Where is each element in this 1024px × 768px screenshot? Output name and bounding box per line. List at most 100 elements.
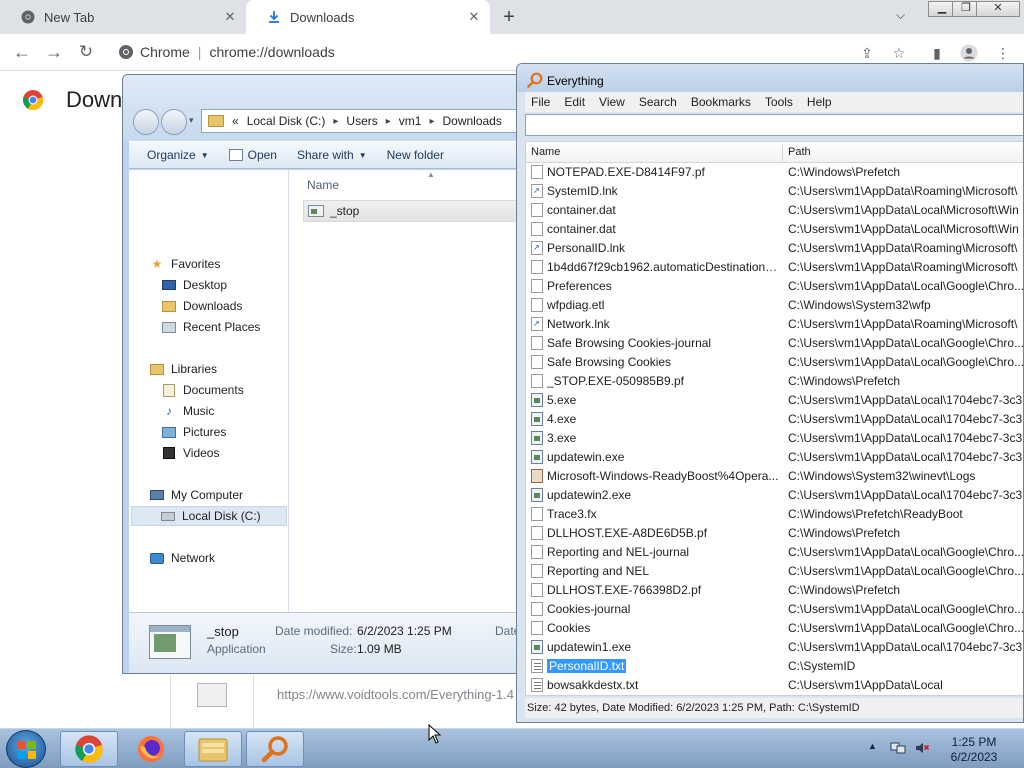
tab-new-tab[interactable]: New Tab ✕ xyxy=(0,0,246,34)
result-path: C:\Windows\Prefetch xyxy=(788,165,901,179)
breadcrumb-local-disk[interactable]: Local Disk (C:) xyxy=(247,114,326,128)
nav-network[interactable]: Network xyxy=(149,548,215,568)
tab-downloads[interactable]: Downloads ✕ xyxy=(246,0,490,34)
result-name-text: wfpdiag.etl xyxy=(547,298,605,312)
taskbar-firefox[interactable] xyxy=(122,731,180,767)
result-row[interactable]: DLLHOST.EXE-A8DE6D5B.pf C:\Windows\Prefet… xyxy=(526,524,1023,543)
everything-title-bar[interactable]: Everything xyxy=(517,64,1023,92)
result-row[interactable]: container.dat C:\Users\vm1\AppData\Local\… xyxy=(526,201,1023,220)
recent-pages-icon[interactable]: ▾ xyxy=(189,115,194,126)
breadcrumb-users[interactable]: Users xyxy=(346,114,377,128)
new-folder-button[interactable]: New folder xyxy=(387,148,444,162)
result-row[interactable]: 1b4dd67f29cb1962.automaticDestinations..… xyxy=(526,258,1023,277)
result-row[interactable]: Safe Browsing Cookies-journal C:\Users\vm… xyxy=(526,334,1023,353)
result-row[interactable]: Safe Browsing Cookies C:\Users\vm1\AppDat… xyxy=(526,353,1023,372)
result-row[interactable]: PersonalID.lnk C:\Users\vm1\AppData\Roami… xyxy=(526,239,1023,258)
chevron-right-icon[interactable]: ▸ xyxy=(386,116,391,127)
result-row[interactable]: bowsakkdestx.txt C:\Users\vm1\AppData\Loc… xyxy=(526,676,1023,695)
profile-avatar-icon[interactable] xyxy=(960,44,978,62)
side-panel-icon[interactable]: ▮ xyxy=(928,44,946,62)
show-hidden-icons-icon[interactable]: ▲ xyxy=(868,741,877,751)
network-tray-icon[interactable] xyxy=(890,740,906,756)
result-row[interactable]: wfpdiag.etl C:\Windows\System32\wfp xyxy=(526,296,1023,315)
download-item[interactable]: https://www.voidtools.com/Everything-1.4 xyxy=(170,671,530,729)
organize-button[interactable]: Organize ▼ xyxy=(147,148,209,162)
nav-libraries[interactable]: Libraries xyxy=(149,359,217,379)
result-row[interactable]: Network.lnk C:\Users\vm1\AppData\Roaming\… xyxy=(526,315,1023,334)
menu-file[interactable]: File xyxy=(525,95,558,109)
open-button[interactable]: Open xyxy=(228,148,277,162)
result-row[interactable]: Reporting and NEL-journal C:\Users\vm1\Ap… xyxy=(526,543,1023,562)
result-row[interactable]: Trace3.fx C:\Windows\Prefetch\ReadyBoot xyxy=(526,505,1023,524)
nav-my-computer[interactable]: My Computer xyxy=(149,485,243,505)
column-divider[interactable] xyxy=(782,144,783,161)
download-url-link[interactable]: https://www.voidtools.com/Everything-1.4 xyxy=(277,687,514,702)
column-header-path[interactable]: Path xyxy=(788,146,811,158)
close-tab-icon[interactable]: ✕ xyxy=(222,9,238,25)
back-button[interactable] xyxy=(133,109,159,135)
result-row[interactable]: container.dat C:\Users\vm1\AppData\Local\… xyxy=(526,220,1023,239)
result-row[interactable]: Cookies-journal C:\Users\vm1\AppData\Loca… xyxy=(526,600,1023,619)
menu-bookmarks[interactable]: Bookmarks xyxy=(685,95,759,109)
nav-pictures[interactable]: Pictures xyxy=(161,422,226,442)
nav-documents[interactable]: Documents xyxy=(161,380,244,400)
menu-help[interactable]: Help xyxy=(801,95,840,109)
nav-local-disk[interactable]: Local Disk (C:) xyxy=(131,506,287,526)
taskbar-everything[interactable] xyxy=(246,731,304,767)
nav-downloads[interactable]: Downloads xyxy=(161,296,242,316)
search-input[interactable] xyxy=(525,114,1023,136)
taskbar-chrome[interactable] xyxy=(60,731,118,767)
close-tab-icon[interactable]: ✕ xyxy=(466,9,482,25)
address-bar[interactable]: Chrome | chrome://downloads xyxy=(110,38,840,66)
result-row[interactable]: PersonalID.txt C:\SystemID xyxy=(526,657,1023,676)
column-header-name[interactable]: Name xyxy=(307,178,339,192)
volume-muted-icon[interactable] xyxy=(914,740,930,756)
result-row[interactable]: 5.exe C:\Users\vm1\AppData\Local\1704ebc7… xyxy=(526,391,1023,410)
result-row[interactable]: DLLHOST.EXE-766398D2.pf C:\Windows\Prefet… xyxy=(526,581,1023,600)
result-row[interactable]: Reporting and NEL C:\Users\vm1\AppData\Lo… xyxy=(526,562,1023,581)
breadcrumb-vm1[interactable]: vm1 xyxy=(399,114,422,128)
result-row[interactable]: Microsoft-Windows-ReadyBoost%4Opera... C:… xyxy=(526,467,1023,486)
result-row[interactable]: 3.exe C:\Users\vm1\AppData\Local\1704ebc7… xyxy=(526,429,1023,448)
reload-icon[interactable]: ↻ xyxy=(76,42,96,62)
nav-music[interactable]: ♪ Music xyxy=(161,401,214,421)
result-row[interactable]: Cookies C:\Users\vm1\AppData\Local\Google… xyxy=(526,619,1023,638)
system-clock[interactable]: 1:25 PM 6/2/2023 xyxy=(932,735,1016,765)
nav-desktop[interactable]: Desktop xyxy=(161,275,227,295)
back-arrow-icon[interactable]: ← xyxy=(12,42,32,62)
result-row[interactable]: _STOP.EXE-050985B9.pf C:\Windows\Prefetch xyxy=(526,372,1023,391)
breadcrumb-overflow[interactable]: « xyxy=(232,114,239,128)
chevron-right-icon[interactable]: ▸ xyxy=(333,116,338,127)
result-row[interactable]: updatewin1.exe C:\Users\vm1\AppData\Local… xyxy=(526,638,1023,657)
result-row[interactable]: SystemID.lnk C:\Users\vm1\AppData\Roaming… xyxy=(526,182,1023,201)
result-row[interactable]: updatewin2.exe C:\Users\vm1\AppData\Local… xyxy=(526,486,1023,505)
share-icon[interactable]: ⇪ xyxy=(858,44,876,62)
start-button[interactable] xyxy=(6,730,46,768)
result-row[interactable]: NOTEPAD.EXE-D8414F97.pf C:\Windows\Prefet… xyxy=(526,163,1023,182)
taskbar-explorer[interactable] xyxy=(184,731,242,767)
close-window-button[interactable]: ✕ xyxy=(976,1,1020,17)
file-item-stop[interactable]: _stop xyxy=(303,200,541,222)
chevron-right-icon[interactable]: ▸ xyxy=(429,116,434,127)
result-row[interactable]: Preferences C:\Users\vm1\AppData\Local\Go… xyxy=(526,277,1023,296)
menu-tools[interactable]: Tools xyxy=(759,95,801,109)
menu-search[interactable]: Search xyxy=(633,95,685,109)
menu-edit[interactable]: Edit xyxy=(558,95,593,109)
nav-favorites[interactable]: ★ Favorites xyxy=(149,254,221,274)
column-header-name[interactable]: Name xyxy=(531,146,560,158)
breadcrumb-downloads[interactable]: Downloads xyxy=(442,114,501,128)
nav-videos[interactable]: Videos xyxy=(161,443,219,463)
results-list: Name Path NOTEPAD.EXE-D8414F97.pf C:\Wind… xyxy=(525,141,1023,696)
nav-recent-places[interactable]: Recent Places xyxy=(161,317,260,337)
menu-dots-icon[interactable]: ⋮ xyxy=(994,44,1012,62)
forward-arrow-icon[interactable]: → xyxy=(44,42,64,62)
share-with-button[interactable]: Share with ▼ xyxy=(297,148,367,162)
menu-view[interactable]: View xyxy=(593,95,633,109)
result-row[interactable]: updatewin.exe C:\Users\vm1\AppData\Local\… xyxy=(526,448,1023,467)
result-row[interactable]: 4.exe C:\Users\vm1\AppData\Local\1704ebc7… xyxy=(526,410,1023,429)
explorer-address-bar[interactable]: « Local Disk (C:) ▸ Users ▸ vm1 ▸ Downlo… xyxy=(201,109,541,133)
bookmark-star-icon[interactable]: ☆ xyxy=(890,44,908,62)
new-tab-button[interactable]: + xyxy=(498,6,520,28)
forward-button[interactable] xyxy=(161,109,187,135)
chevron-down-icon[interactable]: ⌵ xyxy=(896,8,905,23)
